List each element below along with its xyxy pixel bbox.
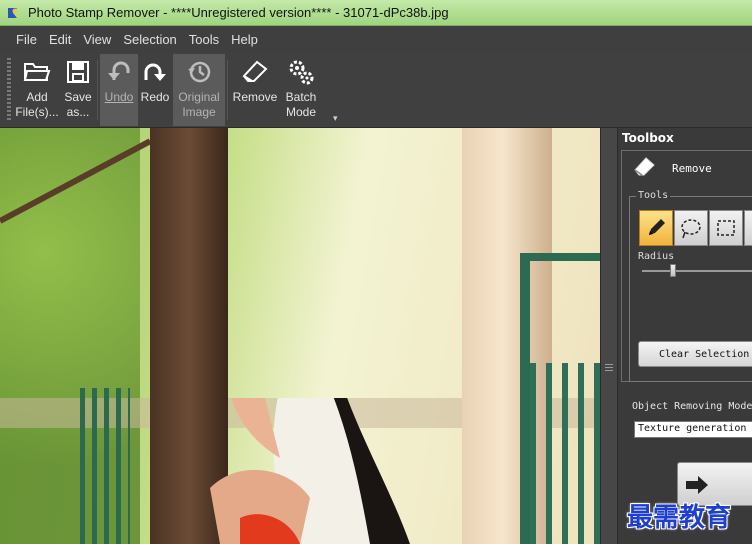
rectangle-selection-tool-button[interactable] xyxy=(709,210,743,246)
toolbox-header: Toolbox xyxy=(622,131,674,145)
object-removing-mode-label: Object Removing Mode xyxy=(632,401,752,412)
tools-legend: Tools xyxy=(636,190,671,201)
remove-panel-title: Remove xyxy=(672,162,712,175)
photo-railing-bars xyxy=(530,363,600,544)
lasso-icon xyxy=(681,219,701,239)
menu-file[interactable]: File xyxy=(10,32,43,47)
menu-tools[interactable]: Tools xyxy=(183,32,225,47)
redo-button[interactable]: Redo xyxy=(138,54,172,126)
pencil-tool-button[interactable] xyxy=(639,210,673,246)
clear-selection-button[interactable]: Clear Selection xyxy=(638,341,752,367)
original-image-label-1: Original xyxy=(178,90,220,104)
photo-figure xyxy=(210,398,410,544)
history-icon xyxy=(188,61,211,83)
splitter-grip[interactable] xyxy=(605,364,613,372)
save-as-label-1: Save xyxy=(64,90,92,104)
add-files-label-1: Add xyxy=(26,90,48,104)
original-image-label-2: Image xyxy=(182,105,216,119)
watermark-text: 最需教育 xyxy=(627,503,732,533)
menu-help[interactable]: Help xyxy=(225,32,264,47)
radius-slider-thumb[interactable] xyxy=(670,264,677,277)
redo-label: Redo xyxy=(140,90,170,104)
window-title: Photo Stamp Remover - ****Unregistered v… xyxy=(28,5,449,20)
menu-edit[interactable]: Edit xyxy=(43,32,77,47)
undo-icon xyxy=(108,61,130,80)
remove-button[interactable]: Remove xyxy=(230,54,280,126)
menu-bar: File Edit View Selection Tools Help xyxy=(0,26,752,52)
batch-mode-label-1: Batch xyxy=(285,90,317,104)
toolbar-overflow-chevron-icon[interactable]: ▾ xyxy=(333,114,338,124)
toolbar-separator xyxy=(97,60,98,120)
image-canvas[interactable] xyxy=(0,128,600,544)
object-removing-mode-select[interactable]: Texture generation xyxy=(634,421,752,438)
batch-mode-button[interactable]: Batch Mode xyxy=(280,54,322,126)
undo-button[interactable]: Undo xyxy=(100,54,138,126)
remove-label: Remove xyxy=(232,90,278,104)
save-as-button[interactable]: Save as... xyxy=(60,54,96,126)
batch-mode-label-2: Mode xyxy=(285,105,317,119)
add-files-button[interactable]: Add File(s)... xyxy=(14,54,60,126)
rectangle-selection-icon xyxy=(717,220,735,236)
toolbar: Add File(s)... Save as... Undo Redo Orig… xyxy=(0,52,752,128)
panel-splitter[interactable] xyxy=(600,128,618,544)
menu-view[interactable]: View xyxy=(77,32,117,47)
toolbar-grip[interactable] xyxy=(7,58,11,120)
more-tool-button[interactable] xyxy=(744,210,752,246)
toolbox-panel: Toolbox Remove Tools Radius Clear Select… xyxy=(618,128,752,544)
save-icon xyxy=(67,61,89,83)
folder-icon xyxy=(23,63,51,81)
undo-label: Undo xyxy=(104,90,134,104)
eraser-icon xyxy=(242,60,268,82)
toolbar-separator xyxy=(227,60,228,120)
radius-slider-track[interactable] xyxy=(642,270,752,272)
gears-icon xyxy=(289,60,314,85)
radius-label: Radius xyxy=(638,251,675,262)
app-icon xyxy=(8,7,18,18)
eraser-icon xyxy=(634,157,655,176)
lasso-tool-button[interactable] xyxy=(674,210,708,246)
add-files-label-2: File(s)... xyxy=(15,105,59,119)
photo-fence xyxy=(80,388,130,544)
save-as-label-2: as... xyxy=(66,105,90,119)
arrow-right-icon xyxy=(686,476,708,494)
title-bar: Photo Stamp Remover - ****Unregistered v… xyxy=(0,0,752,26)
menu-selection[interactable]: Selection xyxy=(117,32,182,47)
original-image-button[interactable]: Original Image xyxy=(173,54,225,126)
pencil-icon xyxy=(649,219,665,235)
redo-icon xyxy=(144,63,166,81)
